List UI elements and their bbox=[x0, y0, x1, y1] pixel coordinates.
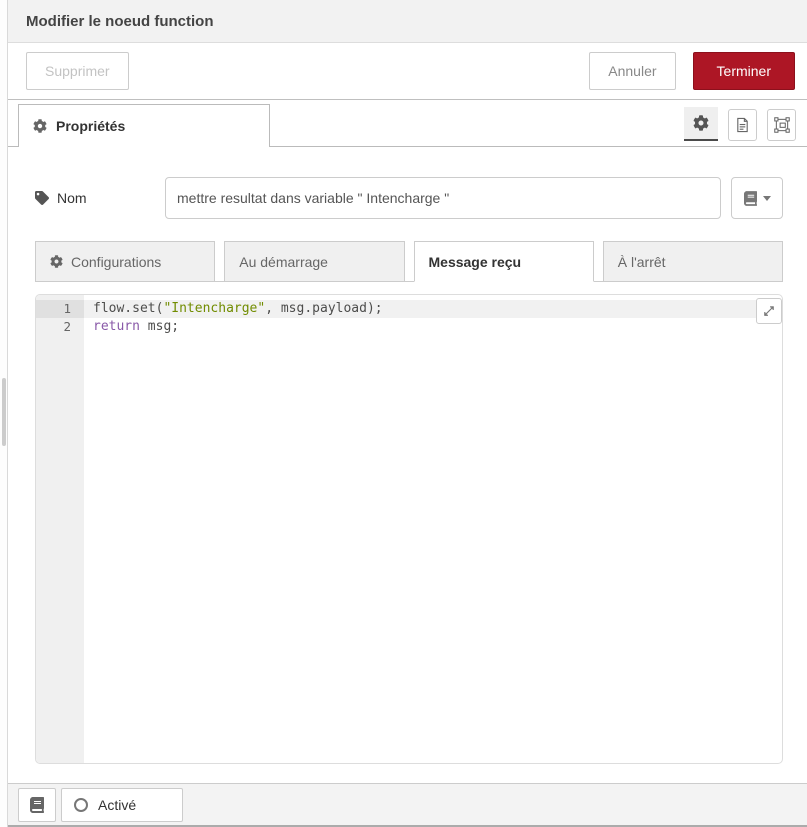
book-icon bbox=[30, 797, 44, 813]
appearance-icon bbox=[774, 117, 790, 133]
function-tabs: Configurations Au démarrage Message reçu… bbox=[35, 240, 783, 282]
tab-on-stop[interactable]: À l'arrêt bbox=[603, 241, 783, 282]
line-number: 2 bbox=[36, 318, 84, 336]
cancel-button[interactable]: Annuler bbox=[589, 52, 675, 90]
tab-properties[interactable]: Propriétés bbox=[18, 104, 270, 147]
tab-on-message-label: Message reçu bbox=[429, 254, 522, 270]
tab-properties-label: Propriétés bbox=[56, 118, 125, 134]
tab-on-start[interactable]: Au démarrage bbox=[224, 241, 404, 282]
code-line[interactable]: return msg; bbox=[84, 318, 782, 336]
edit-function-dialog: Modifier le noeud function Supprimer Ann… bbox=[8, 0, 807, 827]
code-editor[interactable]: 12 flow.set("Intencharge", msg.payload);… bbox=[35, 294, 783, 764]
enable-toggle-button[interactable]: Activé bbox=[61, 788, 183, 822]
name-label: Nom bbox=[35, 190, 165, 206]
editor-gutter: 12 bbox=[36, 295, 84, 763]
enabled-status-icon bbox=[74, 798, 88, 812]
gear-icon bbox=[33, 119, 47, 133]
editor-mode-buttons bbox=[684, 107, 796, 147]
enable-toggle-label: Activé bbox=[98, 797, 136, 813]
editor-expand-button[interactable] bbox=[756, 298, 782, 324]
tray-resize-grip[interactable] bbox=[2, 378, 6, 446]
properties-form: Nom Configurations Au démarrage Mes bbox=[8, 147, 807, 783]
tab-setup-label: Configurations bbox=[71, 254, 161, 270]
code-line[interactable]: flow.set("Intencharge", msg.payload); bbox=[84, 300, 756, 318]
dialog-toolbar: Supprimer Annuler Terminer bbox=[8, 43, 807, 100]
properties-tab-bar: Propriétés bbox=[8, 100, 807, 147]
dialog-footer: Activé bbox=[8, 783, 807, 827]
appearance-button[interactable] bbox=[767, 109, 796, 141]
dialog-title: Modifier le noeud function bbox=[26, 13, 214, 30]
name-row: Nom bbox=[35, 177, 783, 219]
editor-code[interactable]: flow.set("Intencharge", msg.payload);ret… bbox=[84, 295, 782, 763]
tab-on-stop-label: À l'arrêt bbox=[618, 254, 666, 270]
done-button[interactable]: Terminer bbox=[693, 52, 795, 90]
tray-resize-handle[interactable] bbox=[0, 0, 8, 827]
name-input[interactable] bbox=[165, 177, 721, 219]
tab-setup[interactable]: Configurations bbox=[35, 241, 215, 282]
line-number: 1 bbox=[36, 300, 84, 318]
gear-icon bbox=[693, 115, 709, 131]
name-label-text: Nom bbox=[57, 190, 87, 206]
tab-on-message[interactable]: Message reçu bbox=[414, 241, 594, 282]
document-icon bbox=[735, 117, 750, 133]
properties-gear-button[interactable] bbox=[684, 107, 718, 141]
tag-icon bbox=[35, 191, 49, 205]
gear-icon bbox=[50, 255, 63, 268]
expand-icon bbox=[763, 305, 775, 317]
chevron-down-icon bbox=[763, 196, 771, 205]
name-options-button[interactable] bbox=[731, 177, 783, 219]
description-button[interactable] bbox=[728, 109, 757, 141]
delete-button[interactable]: Supprimer bbox=[26, 52, 129, 90]
book-icon bbox=[744, 191, 757, 206]
docs-button[interactable] bbox=[18, 788, 56, 822]
tab-on-start-label: Au démarrage bbox=[239, 254, 328, 270]
dialog-header: Modifier le noeud function bbox=[8, 0, 807, 43]
